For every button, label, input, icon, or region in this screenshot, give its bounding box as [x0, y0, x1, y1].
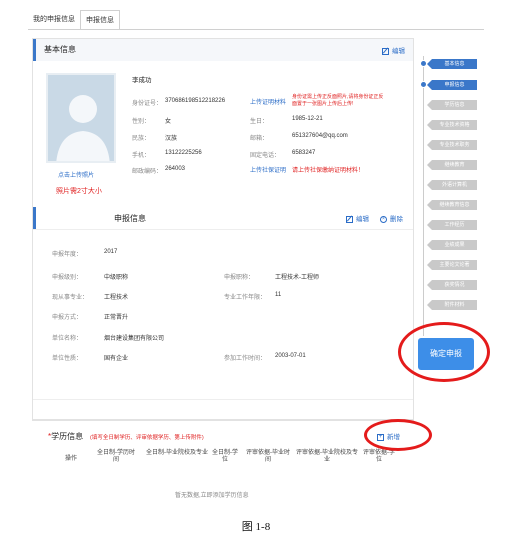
- figure-caption: 图 1-8: [241, 521, 271, 533]
- phone-label: 手机：: [132, 153, 151, 159]
- nav-item[interactable]: 主要论文论著: [427, 260, 477, 270]
- year-label: 申报年度：: [52, 252, 83, 258]
- nav-item-declaration[interactable]: 申报信息: [427, 80, 477, 90]
- level-value: 中级职称: [104, 275, 129, 281]
- nav-item[interactable]: 专业技术职务: [427, 140, 477, 150]
- gender-label: 性别：: [132, 119, 151, 125]
- email-value: 651327604@qq.com: [292, 133, 348, 139]
- education-title: *学历信息: [48, 432, 84, 441]
- birth-value: 1985-12-21: [292, 116, 323, 122]
- nav-item[interactable]: 获奖情况: [427, 280, 477, 290]
- birth-label: 生日：: [250, 119, 269, 125]
- upload-social-link[interactable]: 上传社保证明: [250, 165, 286, 174]
- ethnic-value: 汉族: [165, 136, 178, 142]
- col-review-degree: 评审依据-学位: [363, 450, 395, 463]
- nature-value: 国有企业: [104, 356, 129, 362]
- tab-declaration-info[interactable]: 申报信息: [80, 10, 120, 30]
- id-note: 身份证需上传正反面照片,请将身份证正反面置于一张图片上传后上传!: [292, 94, 384, 107]
- declaration-header: 申报信息 编辑 × 删除: [33, 207, 413, 229]
- col-operation: 操作: [64, 456, 77, 462]
- person-silhouette-icon: [48, 75, 114, 161]
- nav-item[interactable]: 附件材料: [427, 300, 477, 310]
- office-phone-value: 6583247: [292, 150, 316, 156]
- divider: [33, 229, 413, 230]
- photo-size-hint: 照片需2寸大小: [56, 188, 102, 195]
- highlight-oval: [364, 419, 432, 451]
- id-label: 身份证号：: [132, 101, 163, 107]
- id-value: 370686198512218226: [165, 98, 226, 104]
- basic-info-title: 基本信息: [44, 45, 76, 54]
- method-label: 申报方式：: [52, 315, 83, 321]
- col-review-school: 评审依据-毕业院校及专业: [296, 450, 358, 463]
- nav-item[interactable]: 继续教育信息: [427, 200, 477, 210]
- ethnic-label: 民族：: [132, 136, 151, 142]
- nav-item[interactable]: 专业技术资格: [427, 120, 477, 130]
- major-value: 工程技术: [104, 295, 129, 301]
- title-label: 申报职称：: [224, 275, 255, 281]
- section-nav: 基本信息 申报信息 学历信息 专业技术资格 专业技术职务 继续教育 外语计算机 …: [420, 38, 482, 338]
- start-value: 2003-07-01: [275, 353, 306, 359]
- col-fulltime-time: 全日制-学历时间: [97, 450, 135, 463]
- nav-item[interactable]: 外语计算机: [427, 180, 477, 190]
- email-label: 邮箱：: [250, 136, 269, 142]
- level-label: 申报级别：: [52, 275, 83, 281]
- nav-item-basic[interactable]: 基本信息: [427, 59, 477, 69]
- upload-photo-link[interactable]: 点击上传照片: [58, 170, 94, 179]
- zip-value: 264003: [165, 166, 186, 172]
- start-label: 参加工作时间：: [224, 356, 267, 362]
- education-hint: (填写全日制学历、评审依据学历、第上传附件): [90, 435, 204, 441]
- year-value: 2017: [104, 249, 118, 255]
- col-fulltime-degree: 全日制-学位: [212, 450, 238, 463]
- declaration-title: 申报信息: [114, 214, 146, 223]
- social-note: 请上传社保缴纳证明材料！: [292, 168, 365, 174]
- upload-proof-link[interactable]: 上传证明材料: [250, 97, 286, 106]
- unit-value: 烟台建设集团有限公司: [104, 336, 165, 342]
- nav-dot-icon: [420, 81, 427, 88]
- declaration-edit-button[interactable]: 编辑: [346, 213, 369, 223]
- nav-item[interactable]: 工作经历: [427, 220, 477, 230]
- tab-my-declaration[interactable]: 我的申报信息: [28, 10, 80, 30]
- declaration-delete-button[interactable]: × 删除: [380, 213, 403, 223]
- work-years-label: 专业工作年限：: [224, 295, 267, 301]
- major-label: 现从事专业：: [52, 295, 89, 301]
- nav-dot-icon: [420, 60, 427, 67]
- phone-value: 13122225256: [165, 150, 202, 156]
- basic-info-header: 基本信息 编辑: [33, 39, 413, 61]
- method-value: 正常晋升: [104, 315, 129, 321]
- nav-item[interactable]: 继续教育: [427, 160, 477, 170]
- applicant-name: 李成功: [132, 77, 152, 84]
- work-years-value: 11: [275, 292, 282, 298]
- edit-icon: [382, 47, 389, 55]
- divider: [33, 399, 413, 400]
- edit-icon: [346, 215, 353, 223]
- col-review-time: 评审依据-毕业时间: [246, 450, 290, 463]
- education-empty: 暂无数据,立即添加学历信息: [175, 493, 249, 499]
- office-phone-label: 固定电话：: [250, 153, 281, 159]
- avatar-photo[interactable]: [46, 73, 116, 163]
- unit-label: 单位名称：: [52, 336, 83, 342]
- close-circle-icon: ×: [380, 215, 387, 223]
- tab-bar: 我的申报信息 申报信息: [28, 10, 148, 30]
- gender-value: 女: [165, 119, 172, 125]
- tab-divider: [28, 29, 484, 30]
- highlight-oval: [398, 322, 490, 382]
- col-fulltime-school: 全日制-毕业院校及专业: [146, 450, 208, 456]
- nav-item[interactable]: 业绩成果: [427, 240, 477, 250]
- title-value: 工程技术-工程师: [275, 275, 319, 281]
- zip-label: 邮政编码：: [132, 169, 163, 175]
- nature-label: 单位性质：: [52, 356, 83, 362]
- basic-edit-button[interactable]: 编辑: [382, 45, 405, 55]
- nav-line: [423, 56, 424, 336]
- nav-item[interactable]: 学历信息: [427, 100, 477, 110]
